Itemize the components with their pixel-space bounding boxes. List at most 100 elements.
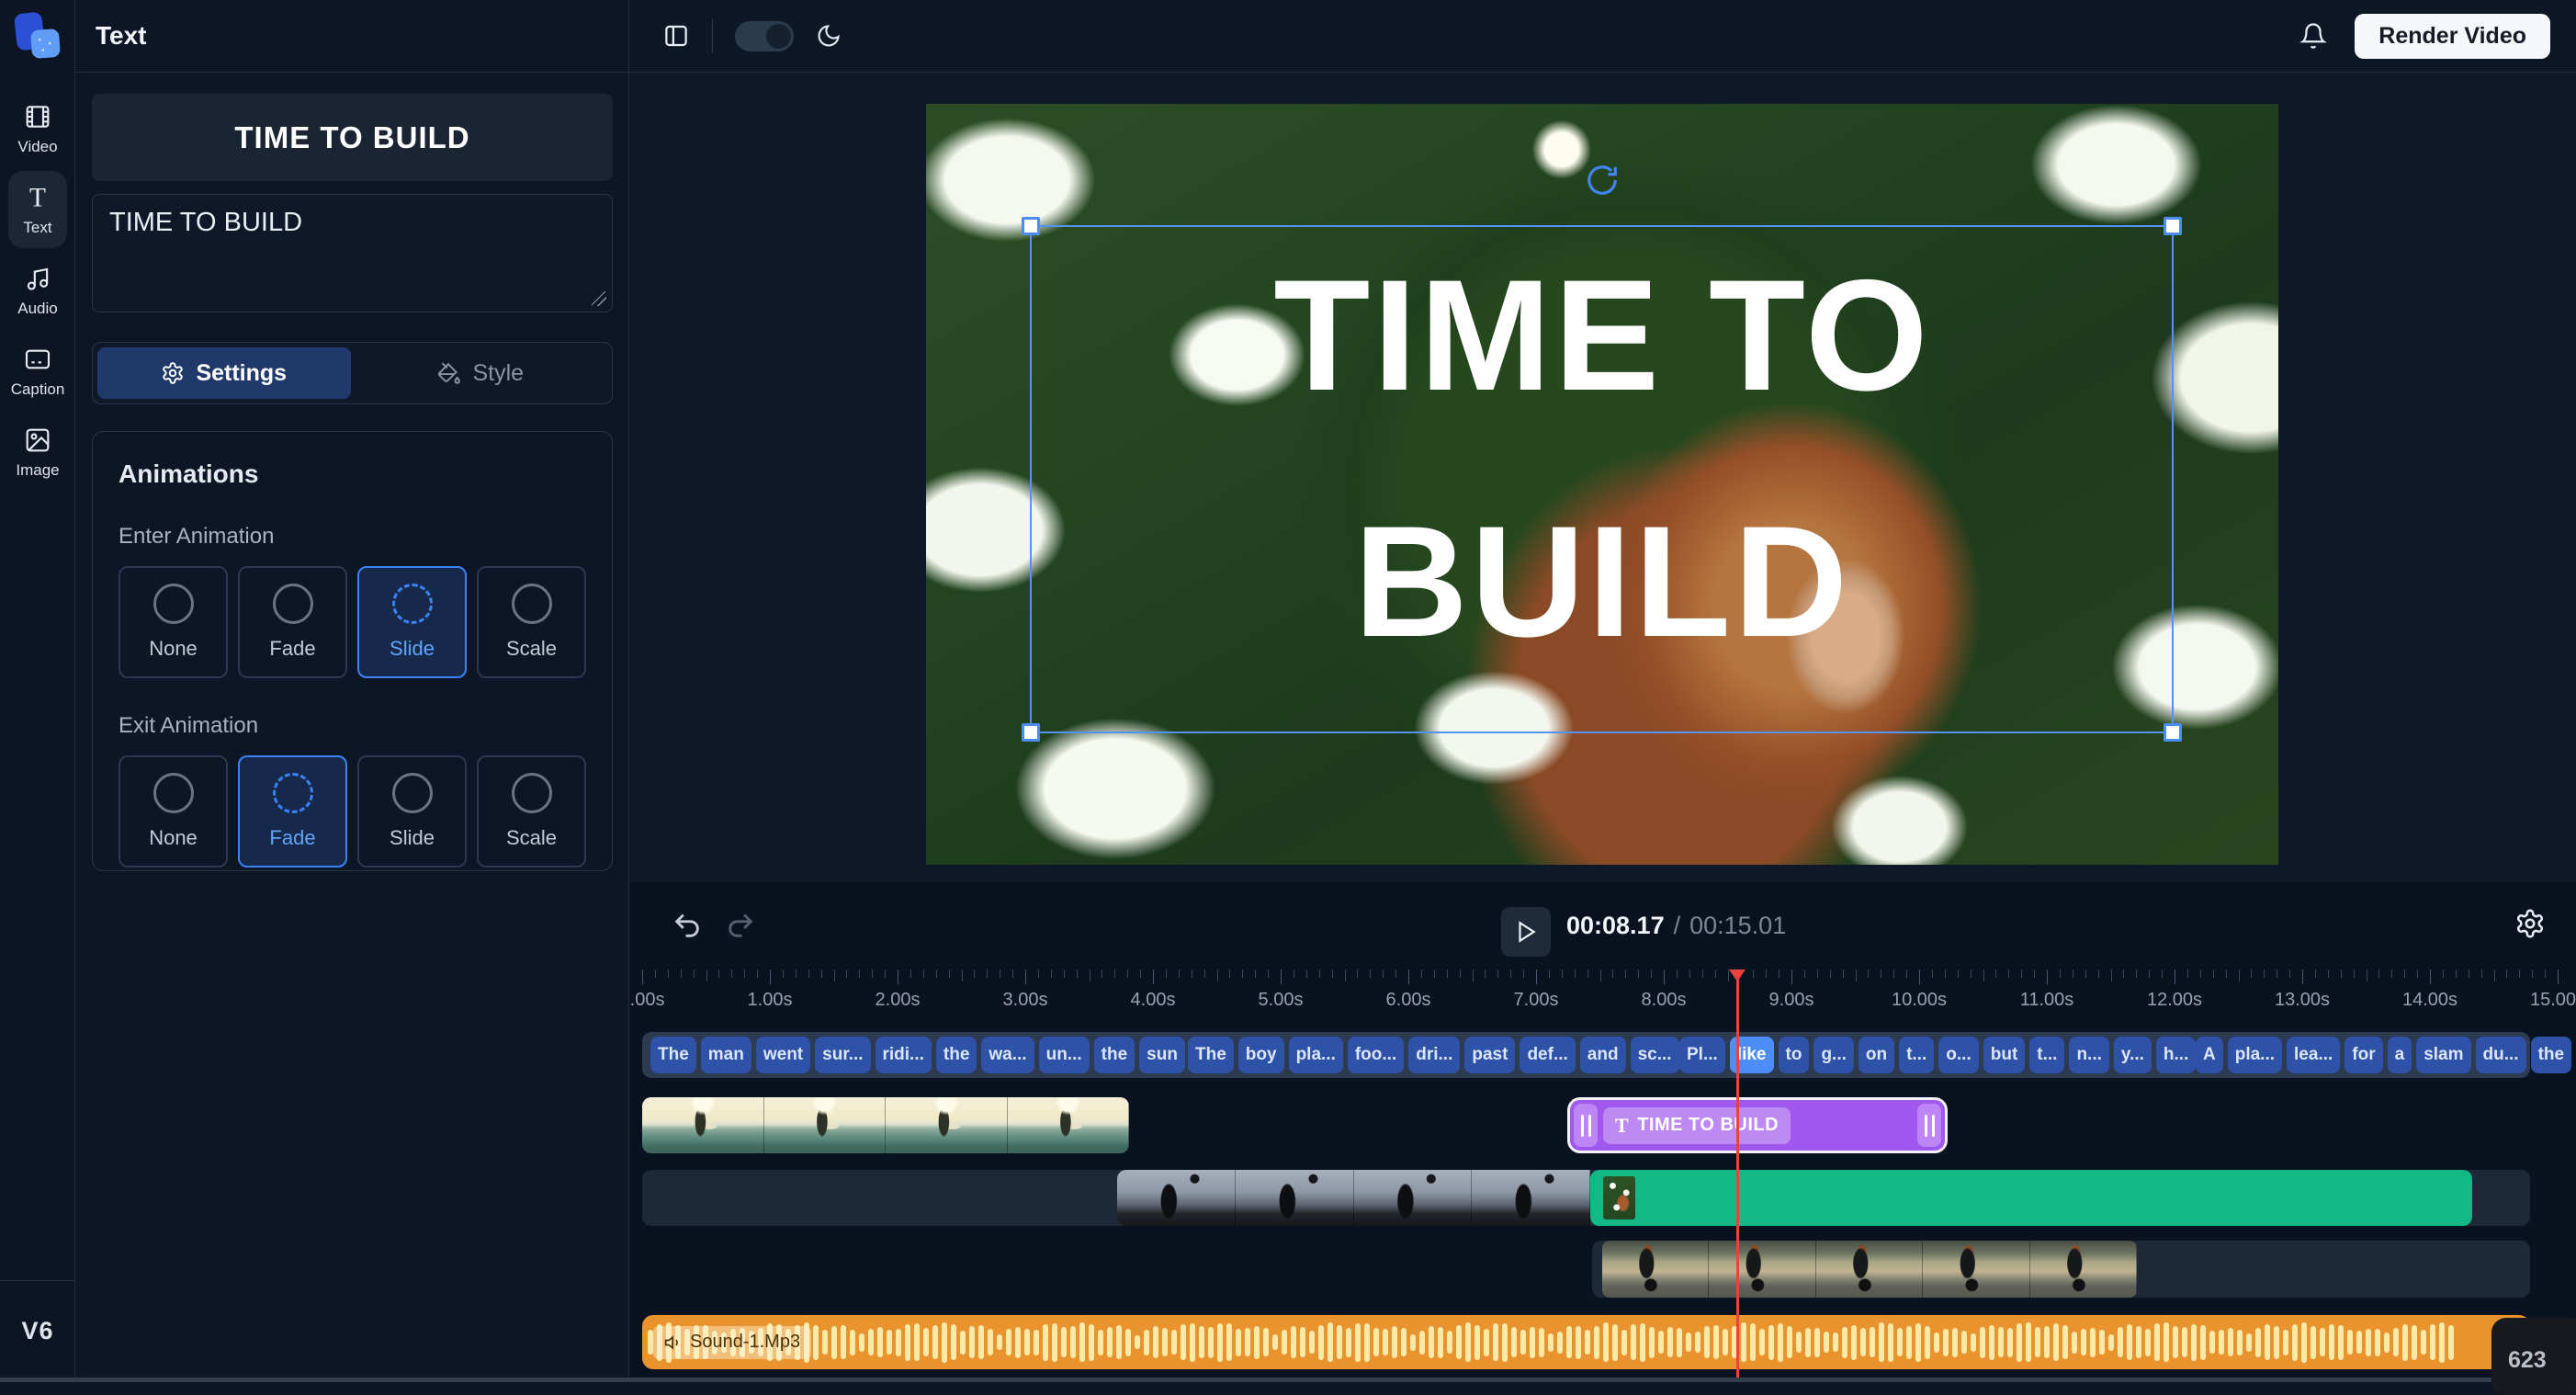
render-video-button[interactable]: Render Video <box>2355 14 2550 59</box>
tab-style[interactable]: Style <box>355 347 608 399</box>
caption-word-chip[interactable]: dri... <box>1408 1037 1460 1073</box>
image-clip-green[interactable] <box>1590 1170 2472 1226</box>
caption-word-chip[interactable]: to <box>1779 1037 1810 1073</box>
text-style-preview: TIME TO BUILD <box>92 94 613 181</box>
waveform-bar <box>2118 1327 2123 1357</box>
resize-handle-top-right[interactable] <box>2164 217 2182 235</box>
waveform-bar <box>2017 1323 2022 1362</box>
video-clip-surfer[interactable] <box>642 1097 1129 1153</box>
resize-handle-bottom-right[interactable] <box>2164 723 2182 742</box>
ruler-tick <box>2430 970 2431 984</box>
caption-word-chip[interactable]: The <box>1188 1037 1234 1073</box>
caption-word-chip[interactable]: but <box>1983 1037 2026 1073</box>
caption-word-chip[interactable]: and <box>1580 1037 1626 1073</box>
caption-word-chip[interactable]: past <box>1464 1037 1515 1073</box>
playhead[interactable] <box>1736 970 1739 1382</box>
caption-word-chip[interactable]: wa... <box>981 1037 1034 1073</box>
caption-word-chip[interactable]: sun <box>1139 1037 1185 1073</box>
timeline-ruler[interactable]: 0.00s1.00s2.00s3.00s4.00s5.00s6.00s7.00s… <box>629 970 2576 1022</box>
sidebar-item-image[interactable]: Image <box>0 412 75 493</box>
caption-word-chip[interactable]: the <box>936 1037 977 1073</box>
caption-word-chip[interactable]: Pl... <box>1679 1037 1725 1073</box>
redo-icon[interactable] <box>725 910 756 941</box>
resize-handle-bottom-left[interactable] <box>1022 723 1040 742</box>
play-button[interactable] <box>1501 907 1551 957</box>
caption-word-chip[interactable]: h... <box>2156 1037 2196 1073</box>
ruler-tick <box>796 970 797 978</box>
caption-word-chip[interactable]: y... <box>2114 1037 2152 1073</box>
caption-word-chip[interactable]: un... <box>1039 1037 1090 1073</box>
animation-option-fade[interactable]: Fade <box>238 566 347 678</box>
caption-word-chip[interactable]: the <box>2531 1037 2572 1073</box>
caption-word-chip[interactable]: du... <box>2476 1037 2526 1073</box>
animation-option-fade[interactable]: Fade <box>238 755 347 868</box>
caption-word-chip[interactable]: man <box>701 1037 751 1073</box>
waveform-bar <box>2255 1328 2261 1357</box>
sidebar-item-caption[interactable]: Caption <box>0 331 75 412</box>
bell-icon[interactable] <box>2299 22 2327 50</box>
animation-option-none[interactable]: None <box>119 755 228 868</box>
caption-word-chip[interactable]: the <box>1094 1037 1135 1073</box>
waveform-bar <box>2136 1326 2141 1358</box>
video-clip-soccer[interactable] <box>1117 1170 1590 1226</box>
moon-icon[interactable] <box>816 23 842 49</box>
audio-clip[interactable]: Sound-1.Mp3 <box>642 1315 2530 1369</box>
text-content-input[interactable]: TIME TO BUILD <box>92 194 613 312</box>
waveform-bar <box>1511 1327 1517 1357</box>
caption-word-chip[interactable]: o... <box>1938 1037 1978 1073</box>
caption-word-chip[interactable]: A <box>2196 1037 2223 1073</box>
caption-word-chip[interactable]: pla... <box>1289 1037 1343 1073</box>
ruler-tick <box>1255 970 1256 978</box>
caption-word-chip[interactable]: went <box>756 1037 810 1073</box>
sidebar-item-text[interactable]: T Text <box>0 169 75 250</box>
caption-word-chip[interactable]: n... <box>2069 1037 2108 1073</box>
caption-word-chip[interactable]: boy <box>1238 1037 1284 1073</box>
caption-word-chip[interactable]: sc... <box>1631 1037 1679 1073</box>
waveform-bar <box>1906 1326 1912 1359</box>
waveform-bar <box>2393 1328 2399 1356</box>
caption-word-chip[interactable]: slam <box>2416 1037 2470 1073</box>
caption-word-chip[interactable]: for <box>2344 1037 2382 1073</box>
caption-word-chip[interactable]: ridi... <box>876 1037 932 1073</box>
caption-word-chip[interactable]: t... <box>2029 1037 2064 1073</box>
caption-word-chip[interactable]: t... <box>1899 1037 1934 1073</box>
caption-word-chip[interactable]: foo... <box>1348 1037 1404 1073</box>
panel-toggle-icon[interactable] <box>662 22 690 50</box>
sidebar-item-audio[interactable]: Audio <box>0 250 75 331</box>
caption-word-chip[interactable]: lea... <box>2287 1037 2340 1073</box>
animation-option-none[interactable]: None <box>119 566 228 678</box>
sidebar-item-video[interactable]: Video <box>0 88 75 169</box>
clip-trim-handle-left[interactable] <box>1574 1104 1598 1147</box>
animation-option-slide[interactable]: Slide <box>357 755 467 868</box>
ruler-label: 4.00s <box>1131 990 1176 1011</box>
video-preview[interactable]: TIME TO BUILD <box>926 104 2278 865</box>
waveform-bar <box>850 1330 855 1355</box>
waveform-bar <box>2219 1330 2224 1355</box>
caption-word-chip[interactable]: The <box>650 1037 696 1073</box>
animation-option-scale[interactable]: Scale <box>477 566 586 678</box>
text-clip[interactable]: T TIME TO BUILD <box>1567 1097 1948 1153</box>
theme-toggle[interactable] <box>735 21 794 51</box>
animation-option-scale[interactable]: Scale <box>477 755 586 868</box>
timeline-settings-icon[interactable] <box>2514 908 2546 939</box>
clip-trim-handle-right[interactable] <box>1917 1104 1941 1147</box>
caption-word-chip[interactable]: def... <box>1520 1037 1575 1073</box>
resize-handle-top-left[interactable] <box>1022 217 1040 235</box>
undo-icon[interactable] <box>672 910 703 941</box>
animation-option-label: Fade <box>269 637 315 661</box>
waveform-bar <box>1677 1328 1682 1357</box>
caption-word-chip[interactable]: a <box>2388 1037 2412 1073</box>
caption-word-chip[interactable]: on <box>1859 1037 1894 1073</box>
caption-word-chip[interactable]: pla... <box>2228 1037 2282 1073</box>
tab-settings[interactable]: Settings <box>97 347 351 399</box>
caption-word-chip[interactable]: sur... <box>815 1037 870 1073</box>
time-display: 00:08.17 / 00:15.01 <box>1566 882 1786 970</box>
animation-option-slide[interactable]: Slide <box>357 566 467 678</box>
ruler-tick <box>1217 970 1218 981</box>
caption-word-chip[interactable]: g... <box>1813 1037 1853 1073</box>
video-clip-cyclist[interactable] <box>1602 1241 2137 1298</box>
exit-animation-label: Exit Animation <box>119 713 586 739</box>
rotate-icon[interactable] <box>1585 163 1620 198</box>
waveform-bar <box>1833 1333 1838 1352</box>
waveform-bar <box>2228 1328 2233 1356</box>
